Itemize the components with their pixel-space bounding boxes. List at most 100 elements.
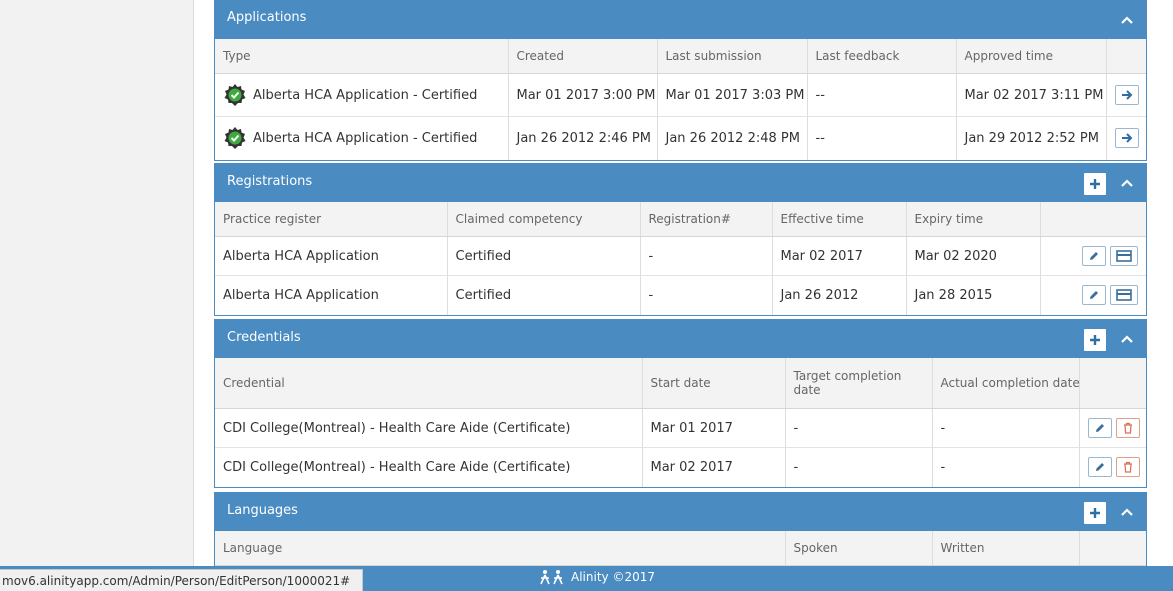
chevron-up-icon[interactable] bbox=[1118, 330, 1136, 348]
col-expiry-time[interactable]: Expiry time bbox=[906, 202, 1041, 237]
languages-panel: Languages Language Spoken Written bbox=[214, 492, 1147, 566]
effective-time-cell: Mar 02 2017 bbox=[772, 236, 907, 276]
effective-time-cell: Jan 26 2012 bbox=[772, 275, 907, 315]
credentials-title: Credentials bbox=[227, 330, 301, 345]
plus-icon bbox=[1090, 179, 1100, 189]
application-type[interactable]: Alberta HCA Application - Certified bbox=[253, 131, 477, 146]
open-application-button[interactable] bbox=[1114, 85, 1139, 105]
col-actual-completion-date[interactable]: Actual completion date bbox=[932, 358, 1080, 409]
table-row[interactable]: Alberta HCA Application Certified - Mar … bbox=[215, 236, 1146, 276]
register-cell: Alberta HCA Application bbox=[215, 236, 448, 276]
col-start-date[interactable]: Start date bbox=[642, 358, 786, 409]
expiry-time-cell: Mar 02 2020 bbox=[906, 236, 1041, 276]
delete-credential-button[interactable] bbox=[1115, 457, 1140, 478]
pencil-icon bbox=[1095, 424, 1104, 432]
registrations-header: Registrations bbox=[215, 164, 1146, 202]
add-credential-button[interactable] bbox=[1084, 329, 1106, 351]
col-last-submission[interactable]: Last submission bbox=[657, 39, 808, 74]
seal-check-icon bbox=[224, 84, 246, 106]
plus-icon bbox=[1090, 335, 1100, 345]
last-submission-cell: Jan 26 2012 2:48 PM bbox=[657, 116, 808, 160]
footer-brand: Alinity ©2017 bbox=[537, 569, 655, 585]
target-date-cell: - bbox=[785, 408, 933, 448]
table-header-row: Language Spoken Written bbox=[215, 531, 1146, 566]
registrations-table: Practice register Claimed competency Reg… bbox=[215, 202, 1146, 315]
trash-icon bbox=[1123, 462, 1132, 473]
open-application-button[interactable] bbox=[1114, 128, 1139, 149]
col-actions bbox=[1079, 531, 1146, 566]
edit-credential-button[interactable] bbox=[1087, 457, 1112, 478]
col-written[interactable]: Written bbox=[932, 531, 1080, 566]
trash-icon bbox=[1123, 422, 1132, 434]
arrow-right-icon bbox=[1121, 90, 1132, 100]
applications-title: Applications bbox=[227, 10, 307, 25]
left-pane bbox=[0, 0, 194, 566]
arrow-right-icon bbox=[1121, 133, 1132, 143]
application-type[interactable]: Alberta HCA Application - Certified bbox=[253, 88, 477, 103]
table-header-row: Type Created Last submission Last feedba… bbox=[215, 39, 1146, 74]
credentials-header: Credentials bbox=[215, 320, 1146, 358]
chevron-up-icon[interactable] bbox=[1118, 503, 1136, 521]
actual-date-cell: - bbox=[932, 408, 1080, 448]
chevron-up-icon[interactable] bbox=[1118, 174, 1136, 192]
created-cell: Mar 01 2017 3:00 PM bbox=[508, 73, 658, 117]
start-date-cell: Mar 01 2017 bbox=[642, 408, 786, 448]
table-row[interactable]: Alberta HCA Application - Certified Jan … bbox=[215, 116, 1146, 160]
pencil-icon bbox=[1090, 291, 1098, 300]
alinity-logo-icon bbox=[540, 570, 563, 585]
card-icon bbox=[1116, 289, 1132, 302]
table-row[interactable]: Alberta HCA Application - Certified Mar … bbox=[215, 73, 1146, 117]
col-approved-time[interactable]: Approved time bbox=[956, 39, 1107, 74]
registration-number-cell: - bbox=[640, 275, 773, 315]
col-actions bbox=[1079, 358, 1146, 409]
edit-registration-button[interactable] bbox=[1082, 285, 1106, 306]
footer-brand-text: Alinity ©2017 bbox=[571, 570, 655, 584]
registration-number-cell: - bbox=[640, 236, 773, 276]
languages-table: Language Spoken Written bbox=[215, 531, 1146, 566]
col-practice-register[interactable]: Practice register bbox=[215, 202, 448, 237]
applications-panel: Applications Type Created Last submissio… bbox=[214, 0, 1147, 161]
edit-credential-button[interactable] bbox=[1087, 418, 1112, 438]
status-url: mov6.alinityapp.com/Admin/Person/EditPer… bbox=[0, 569, 363, 591]
table-row[interactable]: Alberta HCA Application Certified - Jan … bbox=[215, 275, 1146, 315]
col-type[interactable]: Type bbox=[215, 39, 509, 74]
target-date-cell: - bbox=[785, 447, 933, 487]
approved-time-cell: Jan 29 2012 2:52 PM bbox=[956, 116, 1107, 160]
add-registration-button[interactable] bbox=[1084, 173, 1106, 195]
pencil-icon bbox=[1095, 463, 1104, 472]
col-credential[interactable]: Credential bbox=[215, 358, 643, 409]
last-submission-cell: Mar 01 2017 3:03 PM bbox=[657, 73, 808, 117]
edit-registration-button[interactable] bbox=[1082, 246, 1106, 266]
col-spoken[interactable]: Spoken bbox=[785, 531, 933, 566]
table-row[interactable]: CDI College(Montreal) - Health Care Aide… bbox=[215, 408, 1146, 448]
registrations-panel: Registrations Practice register Claimed … bbox=[214, 163, 1147, 316]
add-language-button[interactable] bbox=[1084, 502, 1106, 524]
approved-time-cell: Mar 02 2017 3:11 PM bbox=[956, 73, 1107, 117]
col-last-feedback[interactable]: Last feedback bbox=[807, 39, 957, 74]
pencil-icon bbox=[1090, 252, 1098, 260]
col-registration-number[interactable]: Registration# bbox=[640, 202, 773, 237]
competency-cell: Certified bbox=[447, 275, 641, 315]
table-row[interactable]: CDI College(Montreal) - Health Care Aide… bbox=[215, 447, 1146, 487]
chevron-up-icon[interactable] bbox=[1118, 11, 1136, 29]
languages-title: Languages bbox=[227, 503, 298, 518]
col-target-completion-date[interactable]: Target completion date bbox=[785, 358, 933, 409]
last-feedback-cell: -- bbox=[807, 116, 957, 160]
col-created[interactable]: Created bbox=[508, 39, 658, 74]
col-language[interactable]: Language bbox=[215, 531, 786, 566]
status-bar: mov6.alinityapp.com/Admin/Person/EditPer… bbox=[0, 566, 1173, 591]
competency-cell: Certified bbox=[447, 236, 641, 276]
start-date-cell: Mar 02 2017 bbox=[642, 447, 786, 487]
registration-card-button[interactable] bbox=[1110, 246, 1138, 266]
registration-card-button[interactable] bbox=[1110, 285, 1138, 306]
credentials-table: Credential Start date Target completion … bbox=[215, 358, 1146, 487]
actual-date-cell: - bbox=[932, 447, 1080, 487]
registrations-title: Registrations bbox=[227, 174, 313, 189]
credential-cell: CDI College(Montreal) - Health Care Aide… bbox=[215, 447, 643, 487]
col-effective-time[interactable]: Effective time bbox=[772, 202, 907, 237]
applications-header: Applications bbox=[215, 0, 1146, 39]
delete-credential-button[interactable] bbox=[1115, 418, 1140, 438]
credentials-panel: Credentials Credential Start date Target… bbox=[214, 319, 1147, 488]
col-claimed-competency[interactable]: Claimed competency bbox=[447, 202, 641, 237]
seal-check-icon bbox=[224, 127, 246, 150]
